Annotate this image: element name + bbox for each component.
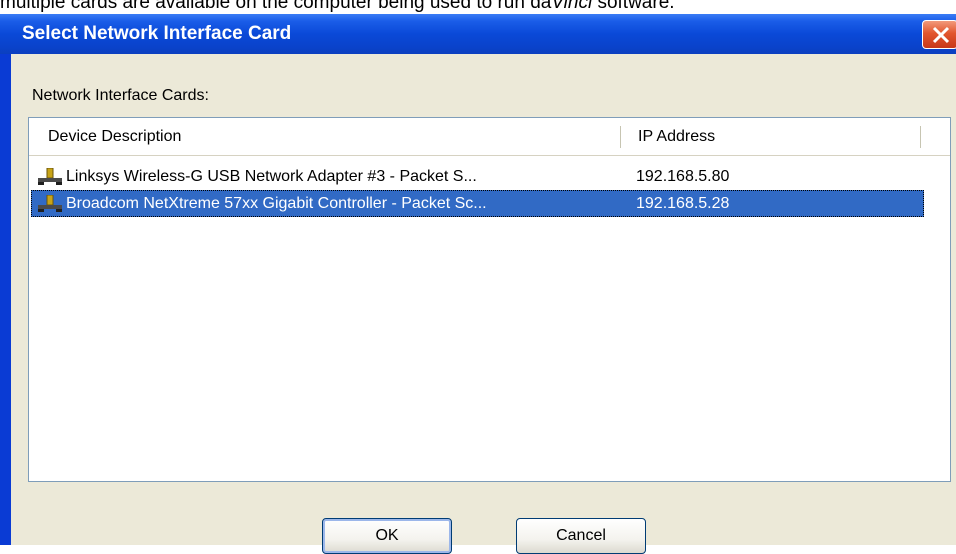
device-description: Linksys Wireless-G USB Network Adapter #… (66, 168, 477, 185)
close-x-icon (932, 26, 950, 44)
close-button[interactable] (922, 20, 956, 49)
network-adapter-icon (38, 168, 62, 185)
caption-italic-text: Vinci (551, 0, 593, 13)
select-nic-dialog: Select Network Interface Card Network In… (0, 14, 956, 554)
page-caption: multiple cards are available on the comp… (0, 0, 956, 15)
column-header-label: IP Address (638, 128, 716, 145)
caption-suffix-text: software. (592, 0, 675, 13)
ip-address: 192.168.5.80 (636, 168, 730, 185)
ip-address: 192.168.5.28 (636, 195, 730, 212)
column-header-device-description[interactable]: Device Description (29, 118, 619, 155)
cancel-button[interactable]: Cancel (516, 518, 646, 554)
device-description: Broadcom NetXtreme 57xx Gigabit Controll… (66, 195, 487, 212)
nic-row[interactable]: Linksys Wireless-G USB Network Adapter #… (31, 163, 924, 190)
nic-row-selected[interactable]: Broadcom NetXtreme 57xx Gigabit Controll… (31, 190, 924, 217)
network-adapter-icon (38, 195, 62, 212)
title-bar[interactable]: Select Network Interface Card (0, 14, 956, 54)
list-header: Device Description IP Address (29, 118, 950, 156)
nic-list[interactable]: Device Description IP Address Linksys Wi… (28, 117, 951, 482)
column-header-label: Device Description (48, 128, 182, 145)
caption-text: multiple cards are available on the comp… (0, 0, 552, 13)
dialog-title: Select Network Interface Card (22, 23, 292, 44)
column-header-ip-address[interactable]: IP Address (621, 118, 921, 155)
column-separator[interactable] (920, 126, 921, 148)
section-label: Network Interface Cards: (32, 87, 209, 104)
dialog-body: Network Interface Cards: Device Descript… (11, 54, 956, 554)
ok-button[interactable]: OK (322, 518, 452, 554)
